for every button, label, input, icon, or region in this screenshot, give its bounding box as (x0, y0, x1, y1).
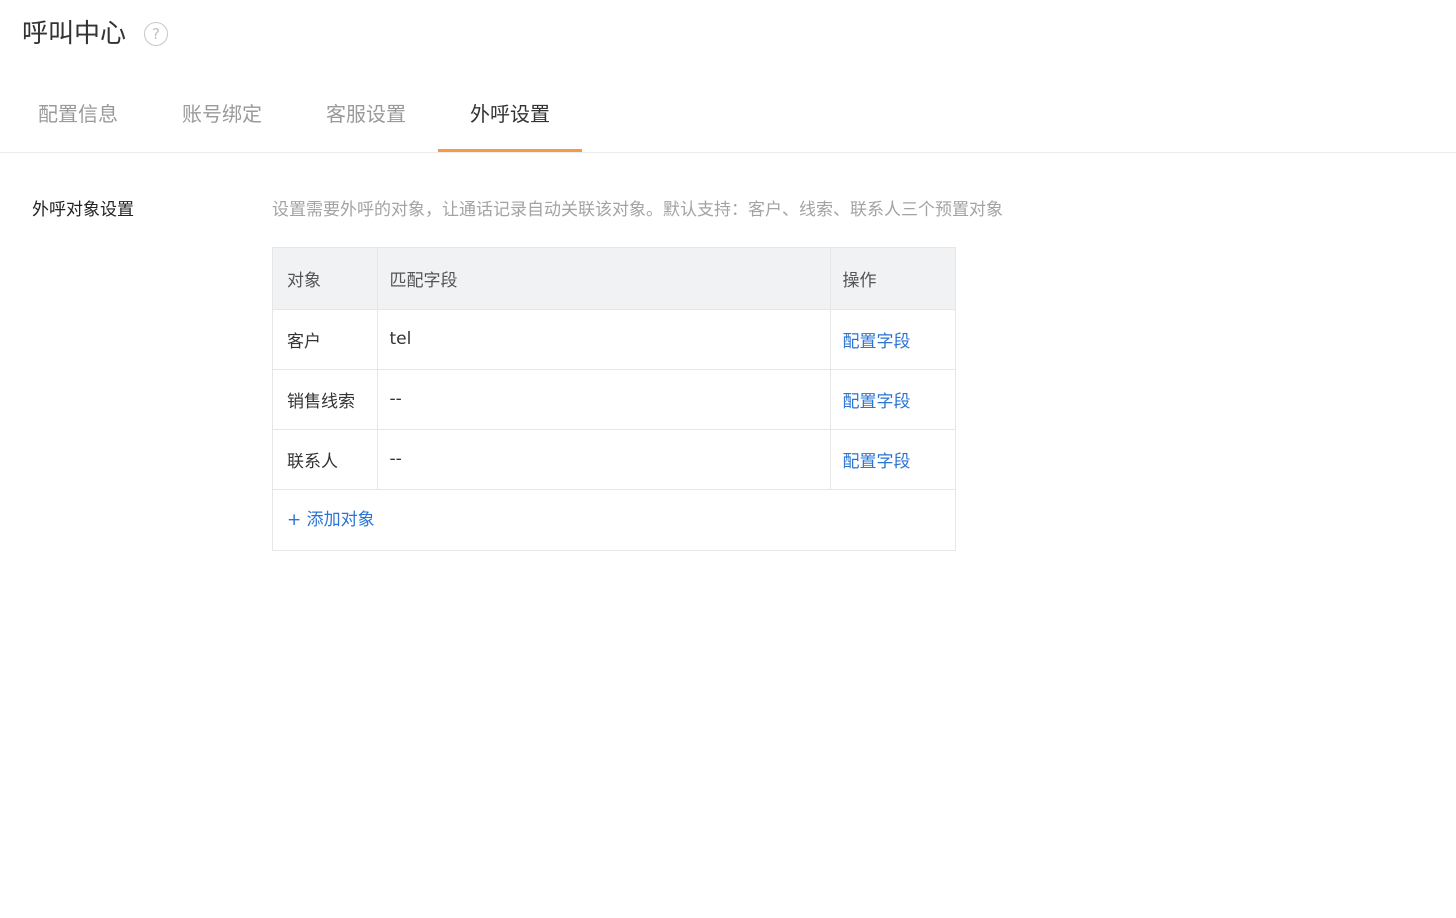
object-cell: 联系人 (273, 429, 378, 490)
configure-field-link[interactable]: 配置字段 (843, 452, 911, 472)
section-description: 设置需要外呼的对象，让通话记录自动关联该对象。默认支持：客户、线索、联系人三个预… (272, 200, 1003, 220)
action-cell: 配置字段 (830, 309, 955, 370)
object-cell: 客户 (273, 309, 378, 370)
page-title: 呼叫中心 (22, 19, 127, 49)
configure-field-link[interactable]: 配置字段 (843, 332, 911, 352)
column-header-action: 操作 (830, 248, 955, 310)
table-row: 销售线索 -- 配置字段 (273, 369, 955, 430)
column-header-match-field: 匹配字段 (377, 248, 831, 310)
table-row: 客户 tel 配置字段 (273, 309, 955, 370)
page-header: 呼叫中心 ? (22, 14, 169, 54)
section-label: 外呼对象设置 (32, 200, 134, 220)
match-field-cell: -- (377, 429, 831, 490)
table-row: 联系人 -- 配置字段 (273, 429, 955, 490)
object-cell: 销售线索 (273, 369, 378, 430)
tab-config-info[interactable]: 配置信息 (6, 80, 150, 150)
table-header-row: 对象 匹配字段 操作 (273, 248, 955, 310)
match-field-cell: tel (377, 309, 831, 370)
tab-bar: 配置信息 账号绑定 客服设置 外呼设置 (0, 80, 1456, 153)
configure-field-link[interactable]: 配置字段 (843, 392, 911, 412)
tab-account-binding[interactable]: 账号绑定 (150, 80, 294, 150)
help-icon[interactable]: ? (144, 22, 169, 46)
tab-outbound-settings[interactable]: 外呼设置 (438, 80, 582, 152)
action-cell: 配置字段 (830, 429, 955, 490)
tab-service-settings[interactable]: 客服设置 (294, 80, 438, 150)
match-field-cell: -- (377, 369, 831, 430)
action-cell: 配置字段 (830, 369, 955, 430)
add-object-button[interactable]: + 添加对象 (273, 490, 955, 550)
column-header-object: 对象 (273, 248, 378, 310)
outbound-object-table: 对象 匹配字段 操作 客户 tel 配置字段 销售线索 -- 配置字段 联系人 … (272, 247, 956, 551)
